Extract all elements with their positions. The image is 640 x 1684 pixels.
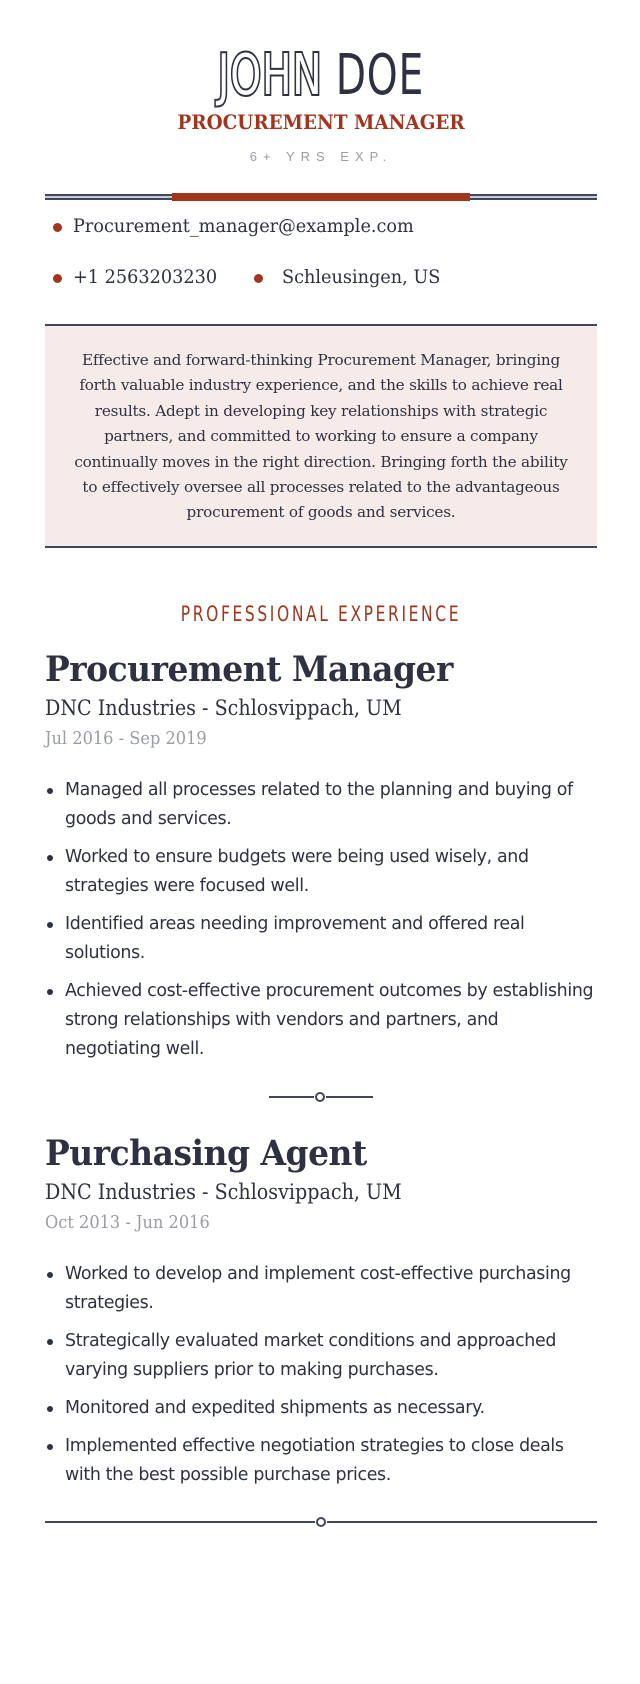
bullet-item: Worked to develop and implement cost-eff…: [45, 1260, 597, 1318]
job-entry: Procurement Manager DNC Industries - Sch…: [45, 648, 597, 1073]
bullet-item: Identified areas needing improvement and…: [45, 910, 597, 968]
phone-text: +1 2563203230: [73, 266, 218, 288]
bullet-text: Worked to ensure budgets were being used…: [65, 847, 529, 896]
job-company-text: DNC Industries - Schlosvippach, UM: [45, 1180, 402, 1204]
bullet-dot-icon: [53, 223, 62, 232]
location-text: Schleusingen, US: [281, 266, 441, 288]
bullet-text: Achieved cost-effective procurement outc…: [65, 981, 594, 1059]
contact-location: Schleusingen, US: [246, 263, 452, 291]
job-title-text: Purchasing Agent: [45, 1133, 367, 1174]
bullet-item: Achieved cost-effective procurement outc…: [45, 977, 597, 1064]
job-title: Procurement Manager: [45, 648, 597, 692]
contact-row: Procurement_manager@example.com: [45, 212, 459, 240]
job-dates-text: Jul 2016 - Sep 2019: [45, 728, 207, 749]
candidate-name: JOHN DOE: [106, 42, 537, 110]
section-title-text: PROFESSIONAL EXPERIENCE: [180, 602, 462, 626]
job-company: DNC Industries - Schlosvippach, UM: [45, 1176, 597, 1208]
section-end-divider: [45, 1515, 597, 1529]
bullet-icon: [47, 989, 53, 995]
candidate-role: PROCUREMENT MANAGER: [45, 108, 597, 136]
job-dates: Oct 2013 - Jun 2016: [45, 1208, 597, 1238]
bullet-icon: [47, 1272, 53, 1278]
bullet-item: Worked to ensure budgets were being used…: [45, 843, 597, 901]
job-dates: Jul 2016 - Sep 2019: [45, 724, 597, 754]
contact-email[interactable]: Procurement_manager@example.com: [45, 212, 439, 240]
bullet-icon: [47, 922, 53, 928]
summary-box: Effective and forward-thinking Procureme…: [45, 324, 597, 548]
job-dates-text: Oct 2013 - Jun 2016: [45, 1212, 210, 1233]
bullet-text: Identified areas needing improvement and…: [65, 914, 525, 963]
bullet-icon: [47, 855, 53, 861]
bullet-item: Managed all processes related to the pla…: [45, 776, 597, 834]
job-company: DNC Industries - Schlosvippach, UM: [45, 692, 597, 724]
bullet-icon: [47, 1339, 53, 1345]
job-entry: Purchasing Agent DNC Industries - Schlos…: [45, 1132, 597, 1499]
bullet-text: Monitored and expedited shipments as nec…: [65, 1398, 485, 1418]
bullet-text: Worked to develop and implement cost-eff…: [65, 1264, 571, 1313]
job-company-text: DNC Industries - Schlosvippach, UM: [45, 696, 402, 720]
years-experience: 6+ YRS EXP.: [249, 149, 393, 164]
divider-line: [269, 1096, 314, 1098]
job-title: Purchasing Agent: [45, 1132, 597, 1176]
job-bullets: Managed all processes related to the pla…: [45, 776, 597, 1064]
header-divider: [45, 193, 597, 201]
bullet-icon: [47, 788, 53, 794]
bullet-item: Implemented effective negotiation strate…: [45, 1432, 597, 1490]
bullet-icon: [47, 1444, 53, 1450]
bullet-item: Monitored and expedited shipments as nec…: [45, 1394, 597, 1423]
job-divider: [269, 1090, 373, 1104]
divider-line: [326, 1096, 373, 1098]
bullet-dot-icon: [53, 274, 62, 283]
bullet-icon: [47, 1406, 53, 1412]
bullet-text: Strategically evaluated market condition…: [65, 1331, 557, 1380]
bullet-item: Strategically evaluated market condition…: [45, 1327, 597, 1385]
section-title-experience: PROFESSIONAL EXPERIENCE: [45, 600, 597, 628]
bullet-text: Managed all processes related to the pla…: [65, 780, 573, 829]
job-title-text: Procurement Manager: [45, 649, 453, 690]
contact-phone[interactable]: +1 2563203230: [45, 263, 228, 291]
job-bullets: Worked to develop and implement cost-eff…: [45, 1260, 597, 1490]
divider-circle-icon: [316, 1517, 326, 1527]
divider-line: [45, 1521, 315, 1523]
last-name: DOE: [335, 43, 425, 108]
rule-accent-bar: [172, 193, 470, 201]
bullet-dot-icon: [253, 274, 263, 283]
email-text: Procurement_manager@example.com: [73, 215, 414, 237]
bullet-text: Implemented effective negotiation strate…: [65, 1436, 564, 1485]
role-text: PROCUREMENT MANAGER: [177, 110, 465, 134]
divider-line: [327, 1521, 597, 1523]
contact-row: +1 2563203230 Schleusingen, US: [45, 263, 472, 291]
divider-circle-icon: [315, 1092, 325, 1102]
first-name: JOHN: [216, 42, 323, 110]
